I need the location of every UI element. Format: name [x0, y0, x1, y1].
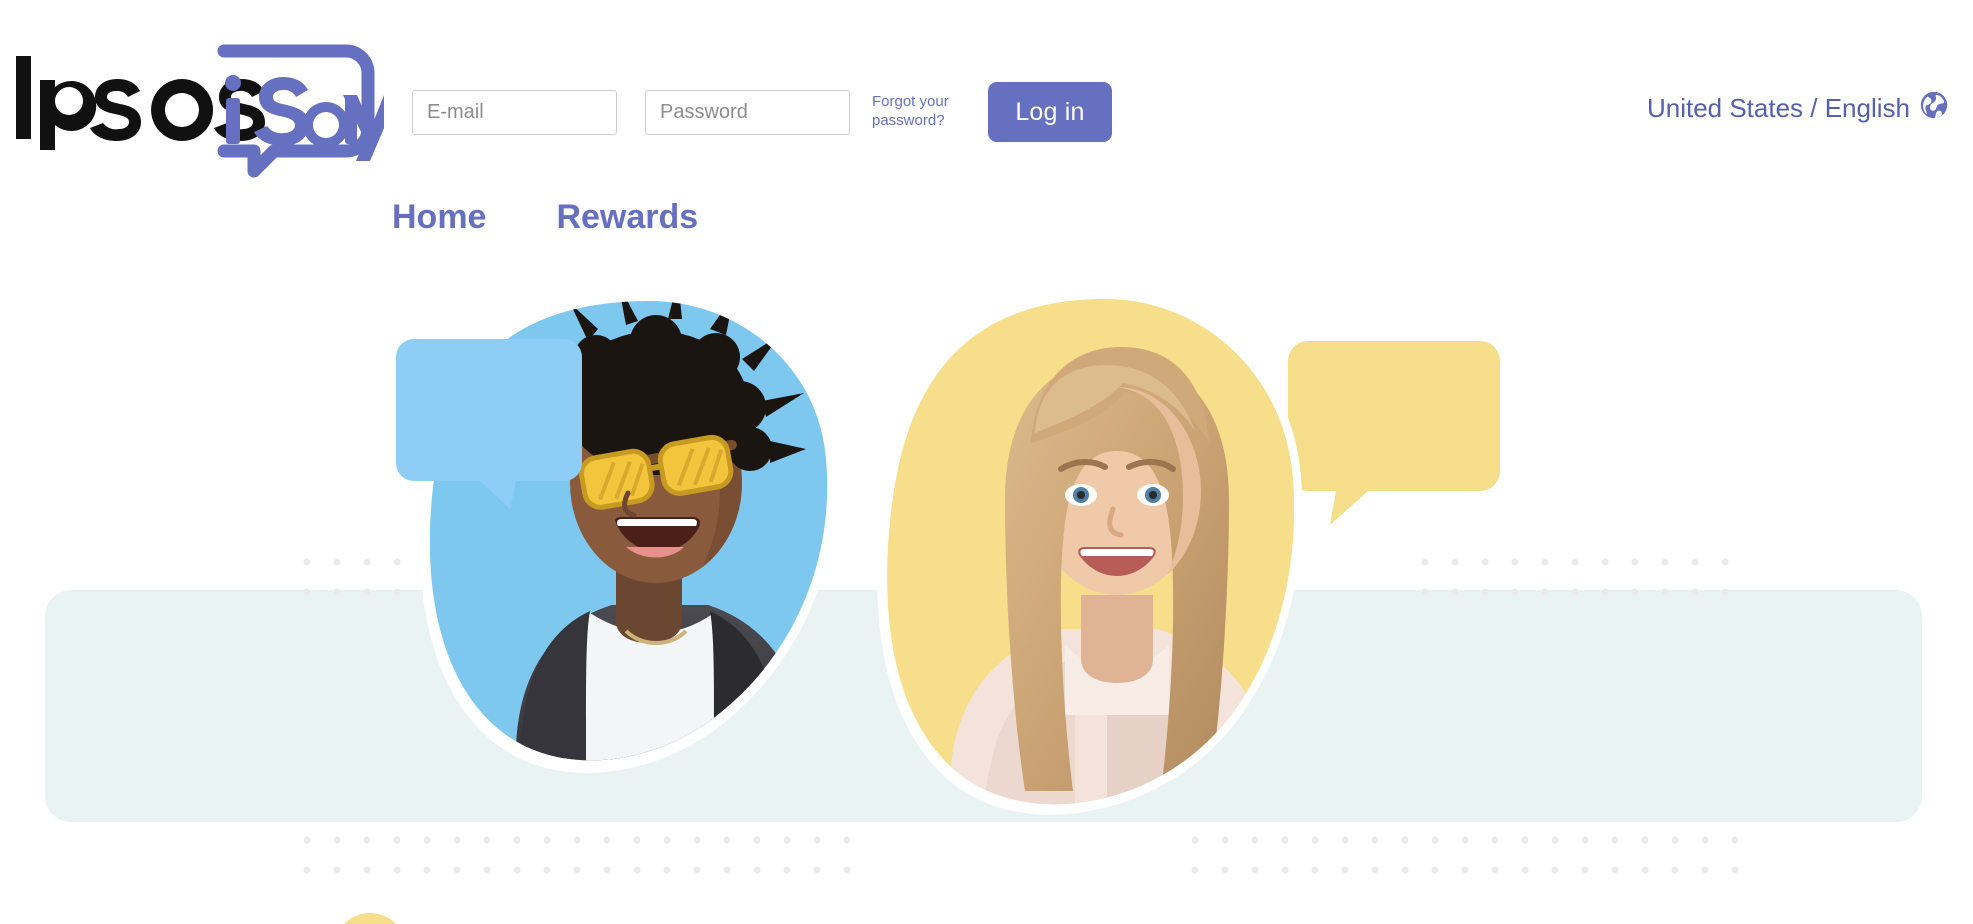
nav-item-rewards[interactable]: Rewards: [556, 198, 698, 237]
hero-banner: [0, 265, 1973, 924]
login-form: Forgot your password? Log in: [412, 82, 1112, 142]
blue-blob-decoration: [1440, 915, 1570, 924]
site-header: Forgot your password? Log in United Stat…: [0, 0, 1973, 265]
locale-label: United States / English: [1646, 93, 1910, 123]
locale-selector[interactable]: United States / English: [1647, 90, 1949, 127]
nav-item-home[interactable]: Home: [392, 198, 486, 237]
dot-grid-right-top: [1410, 547, 1750, 607]
brand-logo[interactable]: [14, 38, 384, 178]
main-nav: Home Rewards: [392, 198, 698, 237]
globe-icon: [1919, 90, 1949, 127]
forgot-password-link[interactable]: Forgot your password?: [872, 93, 966, 131]
yellow-circle-decoration: [318, 905, 414, 924]
speech-bubble-blue: [396, 335, 586, 520]
login-button[interactable]: Log in: [988, 82, 1112, 142]
email-input[interactable]: [412, 89, 617, 135]
hero-person-right: [855, 265, 1325, 924]
password-input[interactable]: [645, 89, 850, 135]
